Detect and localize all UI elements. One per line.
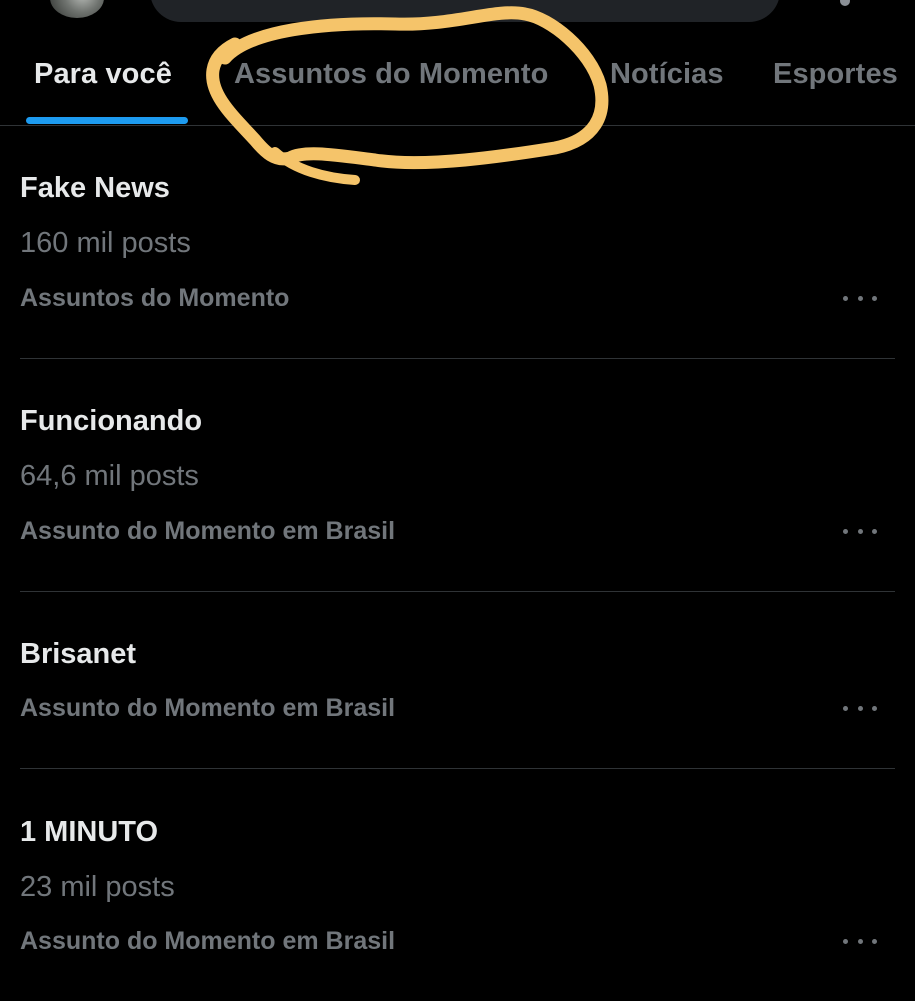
more-horizontal-icon[interactable]: [843, 281, 877, 315]
tab-para-voce[interactable]: Para você: [34, 58, 172, 91]
tab-esportes[interactable]: Esportes: [773, 58, 898, 91]
search-input[interactable]: [150, 0, 780, 22]
trends-list: Fake News 160 mil posts Assuntos do Mome…: [0, 126, 915, 1001]
more-horizontal-icon[interactable]: [843, 691, 877, 725]
trend-post-count: 64,6 mil posts: [20, 460, 199, 492]
tab-noticias[interactable]: Notícias: [610, 58, 724, 91]
trend-item[interactable]: 1 MINUTO 23 mil posts Assunto do Momento…: [20, 769, 895, 1001]
explore-tabs: Para você Assuntos do Momento Notícias E…: [0, 40, 915, 126]
trend-item[interactable]: Brisanet Assunto do Momento em Brasil: [20, 592, 895, 769]
trend-title: Fake News: [20, 172, 170, 204]
more-horizontal-icon[interactable]: [843, 514, 877, 548]
avatar[interactable]: [50, 0, 104, 18]
trend-title: Brisanet: [20, 638, 137, 670]
trend-context: Assunto do Momento em Brasil: [20, 927, 396, 955]
trend-post-count: 160 mil posts: [20, 227, 191, 259]
trend-item[interactable]: Funcionando 64,6 mil posts Assunto do Mo…: [20, 359, 895, 592]
trend-post-count: 23 mil posts: [20, 871, 175, 903]
trend-title: 1 MINUTO: [20, 816, 159, 848]
top-bar: [0, 0, 915, 30]
more-horizontal-icon[interactable]: [843, 924, 877, 958]
trend-title: Funcionando: [20, 405, 203, 437]
tab-assuntos-do-momento[interactable]: Assuntos do Momento: [234, 58, 548, 91]
trend-context: Assunto do Momento em Brasil: [20, 517, 396, 545]
settings-icon[interactable]: [840, 0, 850, 6]
trend-item[interactable]: Fake News 160 mil posts Assuntos do Mome…: [20, 126, 895, 359]
trend-context: Assunto do Momento em Brasil: [20, 694, 396, 722]
active-tab-indicator: [26, 117, 188, 124]
trend-context: Assuntos do Momento: [20, 284, 290, 312]
